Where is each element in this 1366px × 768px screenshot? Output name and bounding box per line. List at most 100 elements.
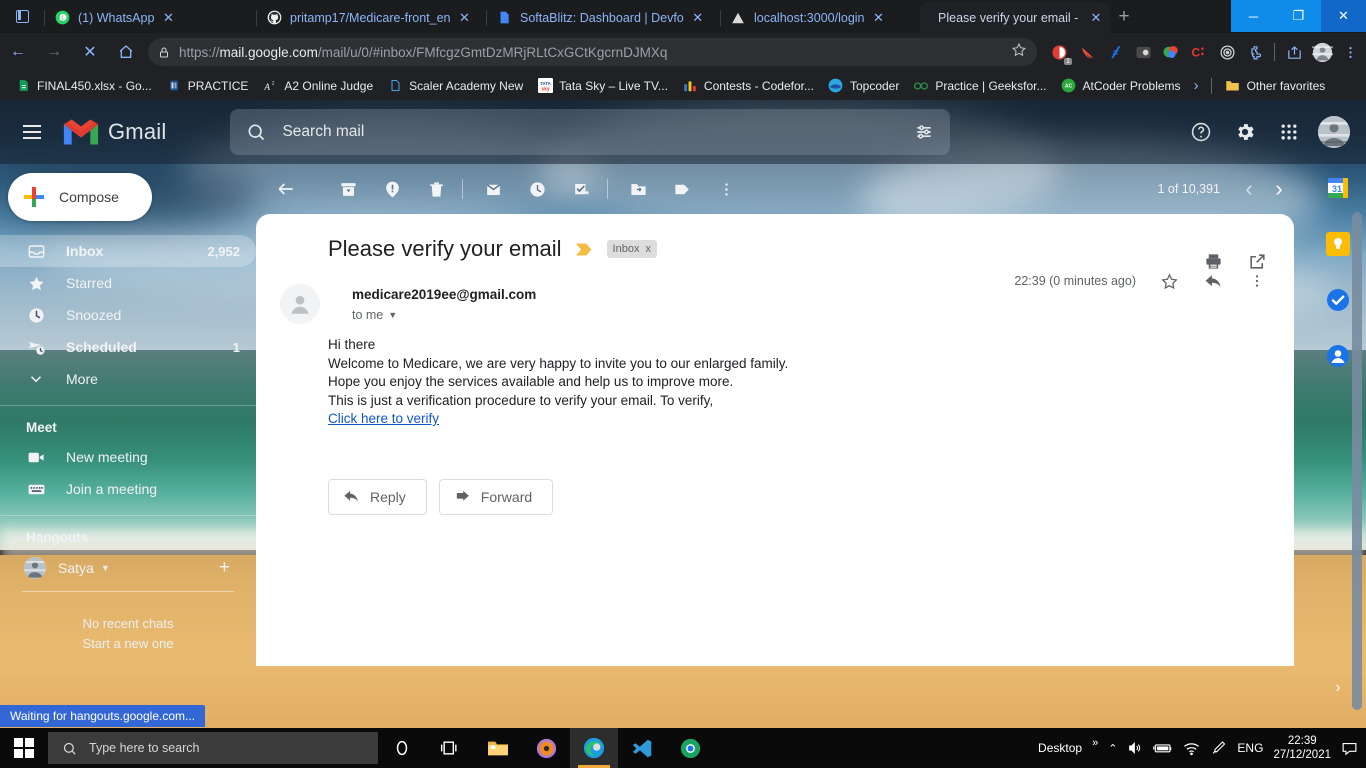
tab-close-icon[interactable]: ✕: [1088, 10, 1104, 26]
avatar[interactable]: [280, 284, 320, 324]
extension-editor-icon[interactable]: [1101, 38, 1129, 66]
taskbar-search-input[interactable]: Type here to search: [48, 732, 378, 764]
forward-button[interactable]: Forward: [438, 478, 554, 515]
notification-icon[interactable]: [1341, 741, 1358, 756]
edge-icon[interactable]: [570, 728, 618, 768]
taskbar-clock[interactable]: 22:39 27/12/2021: [1273, 734, 1331, 762]
sidebar-item-more[interactable]: More: [0, 363, 256, 395]
forward-icon[interactable]: →: [36, 34, 72, 70]
sidebar-item-scheduled[interactable]: Scheduled 1: [0, 331, 256, 363]
extension-adblock-icon[interactable]: 1: [1045, 38, 1073, 66]
browser-tab-0[interactable]: 1 (1) WhatsApp ✕: [44, 2, 256, 33]
contacts-icon[interactable]: [1326, 344, 1350, 368]
browser-tab-3[interactable]: localhost:3000/login ✕: [720, 2, 920, 33]
bookmark-item-1[interactable]: PRACTICE: [159, 74, 256, 98]
meet-join-meeting[interactable]: Join a meeting: [0, 473, 256, 505]
snooze-icon[interactable]: [517, 169, 557, 209]
tune-icon[interactable]: [914, 122, 934, 142]
extension-target-icon[interactable]: [1213, 38, 1241, 66]
search-input[interactable]: Search mail: [282, 123, 364, 141]
extension-swift-icon[interactable]: [1073, 38, 1101, 66]
verify-link[interactable]: Click here to verify: [328, 411, 439, 426]
bookmarks-overflow-chevron[interactable]: ›: [1188, 77, 1205, 94]
label-chip-inbox[interactable]: Inbox x: [606, 240, 657, 258]
calendar-icon[interactable]: 31: [1326, 176, 1350, 200]
bookmark-item-2[interactable]: A2 A2 Online Judge: [255, 74, 380, 98]
gmail-logo[interactable]: Gmail: [62, 118, 166, 146]
vscode-icon[interactable]: [618, 728, 666, 768]
main-menu-icon[interactable]: [8, 108, 56, 156]
star-outline-icon[interactable]: [1158, 270, 1180, 292]
gear-icon[interactable]: [1230, 117, 1260, 147]
sidebar-item-starred[interactable]: Starred: [0, 267, 256, 299]
extension-cpp-icon[interactable]: C: [1185, 38, 1213, 66]
extension-video-icon[interactable]: [1129, 38, 1157, 66]
prev-page-button[interactable]: ‹: [1234, 174, 1264, 204]
address-bar[interactable]: https://mail.google.com/mail/u/0/#inbox/…: [148, 38, 1037, 66]
recipient-row[interactable]: to me ▼: [352, 308, 536, 322]
move-to-icon[interactable]: [618, 169, 658, 209]
help-icon[interactable]: [1186, 117, 1216, 147]
mark-unread-icon[interactable]: [473, 169, 513, 209]
bookmark-item-0[interactable]: FINAL450.xlsx - Go...: [8, 74, 159, 98]
minimize-button[interactable]: ─: [1231, 0, 1276, 32]
bookmark-item-8[interactable]: AC AtCoder Problems: [1054, 74, 1188, 98]
bookmark-item-6[interactable]: Topcoder: [821, 74, 906, 98]
bookmark-item-3[interactable]: Scaler Academy New: [380, 74, 530, 98]
bookmark-star-icon[interactable]: [1011, 42, 1027, 63]
bookmark-item-4[interactable]: TATA sky Tata Sky – Live TV...: [530, 74, 675, 98]
next-page-button[interactable]: ›: [1264, 174, 1294, 204]
hangouts-add-button[interactable]: +: [219, 557, 230, 579]
add-to-tasks-icon[interactable]: [561, 169, 601, 209]
tab-close-icon[interactable]: ✕: [160, 10, 176, 26]
browser-tab-2[interactable]: SoftaBlitz: Dashboard | Devfo ✕: [486, 2, 720, 33]
windows-logo-icon[interactable]: [0, 728, 48, 768]
apps-grid-icon[interactable]: [1274, 117, 1304, 147]
extensions-puzzle-icon[interactable]: [1241, 38, 1269, 66]
browser-menu-icon[interactable]: [1336, 38, 1364, 66]
important-marker-icon[interactable]: [575, 243, 593, 256]
battery-icon[interactable]: [1153, 741, 1173, 755]
wifi-icon[interactable]: [1183, 741, 1200, 756]
tray-language[interactable]: ENG: [1237, 741, 1263, 755]
extension-colors-icon[interactable]: [1157, 38, 1185, 66]
tab-close-icon[interactable]: ✕: [690, 10, 706, 26]
bookmark-item-7[interactable]: Practice | Geeksfor...: [906, 74, 1053, 98]
bookmark-item-5[interactable]: Contests - Codefor...: [675, 74, 821, 98]
tab-search-icon[interactable]: [0, 0, 44, 33]
tasks-icon[interactable]: [1326, 288, 1350, 312]
browser-tab-1[interactable]: pritamp17/Medicare-front_en ✕: [256, 2, 486, 33]
close-icon[interactable]: x: [645, 243, 651, 255]
new-tab-button[interactable]: +: [1110, 0, 1138, 33]
delete-icon[interactable]: [416, 169, 456, 209]
panel-expand-chevron[interactable]: ›: [1335, 679, 1340, 697]
sidebar-item-inbox[interactable]: Inbox 2,952: [0, 235, 256, 267]
chevron-down-icon[interactable]: ▼: [101, 563, 110, 573]
archive-icon[interactable]: [328, 169, 368, 209]
hangouts-empty-line2[interactable]: Start a new one: [0, 634, 256, 654]
volume-icon[interactable]: [1127, 740, 1143, 756]
pen-icon[interactable]: [1210, 740, 1227, 756]
labels-icon[interactable]: [662, 169, 702, 209]
chevron-down-icon[interactable]: ▼: [388, 310, 397, 320]
profile-avatar[interactable]: [1308, 38, 1336, 66]
keep-icon[interactable]: [1326, 232, 1350, 256]
reply-button[interactable]: Reply: [328, 478, 427, 515]
tab-close-icon[interactable]: ✕: [871, 10, 887, 26]
reply-icon[interactable]: [1202, 270, 1224, 292]
task-view-icon[interactable]: [426, 728, 474, 768]
search-mail-bar[interactable]: Search mail: [230, 109, 951, 155]
more-vert-icon[interactable]: [1246, 270, 1268, 292]
stop-icon[interactable]: ✕: [72, 34, 108, 70]
share-icon[interactable]: [1280, 38, 1308, 66]
chrome-icon[interactable]: [666, 728, 714, 768]
other-favorites-folder[interactable]: Other favorites: [1218, 74, 1333, 98]
hangouts-user-row[interactable]: Satya ▼ +: [0, 551, 256, 585]
page-scrollbar[interactable]: [1352, 212, 1362, 710]
compose-button[interactable]: Compose: [8, 173, 152, 221]
maximize-button[interactable]: ❐: [1276, 0, 1321, 32]
tab-close-icon[interactable]: ✕: [457, 10, 473, 26]
report-spam-icon[interactable]: [372, 169, 412, 209]
tray-overflow[interactable]: »: [1092, 737, 1098, 749]
more-icon[interactable]: [706, 169, 746, 209]
